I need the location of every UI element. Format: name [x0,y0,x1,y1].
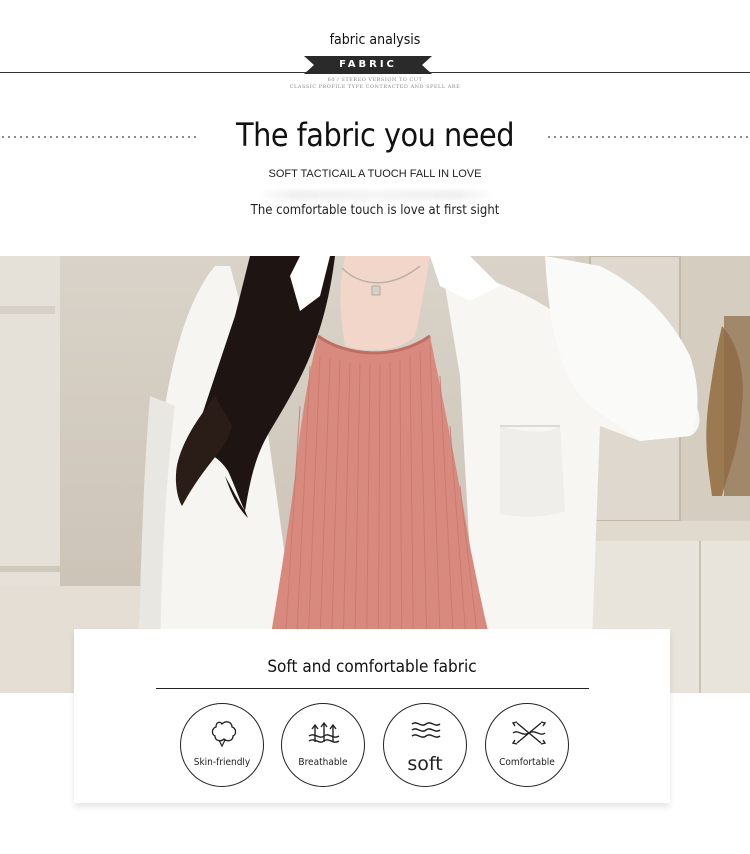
feature-breathable: Breathable [281,703,365,787]
feature-label: Skin-friendly [193,757,251,768]
fine-print-line-2: CLASSIC PROFILE TYPE CONTRACTED AND SPEL… [289,84,461,90]
waves-icon [411,722,441,738]
header-section: fabric analysis FABRIC 60 / STEREO VERSI… [0,0,750,256]
page-tagline: The comfortable touch is love at first s… [250,203,500,218]
feature-label: Comfortable [499,757,555,768]
fabric-badge-label: FABRIC [339,59,397,70]
section-eyebrow: fabric analysis [329,32,421,48]
fabric-stretch-icon [511,721,547,745]
model-illustration [0,256,750,693]
breathable-arrows-icon [308,721,340,743]
page-subtitle: SOFT TACTICAIL A TUOCH FALL IN LOVE [268,168,482,180]
fine-print-line-1: 60 / STEREO VERSION TO CUT [327,77,423,83]
cotton-flower-icon [211,721,237,748]
feature-soft: soft [383,703,467,787]
card-title: Soft and comfortable fabric [267,657,477,677]
feature-comfortable: Comfortable [485,703,569,787]
reflection-blur [258,190,494,200]
page-title: The fabric you need [235,116,515,154]
feature-skin-friendly: Skin-friendly [180,703,264,787]
fabric-features-card: Soft and comfortable fabric Skin-friendl… [74,629,670,803]
card-divider [156,688,589,689]
feature-label: Breathable [298,757,348,768]
feature-label: soft [407,753,443,775]
product-photo [0,256,750,693]
